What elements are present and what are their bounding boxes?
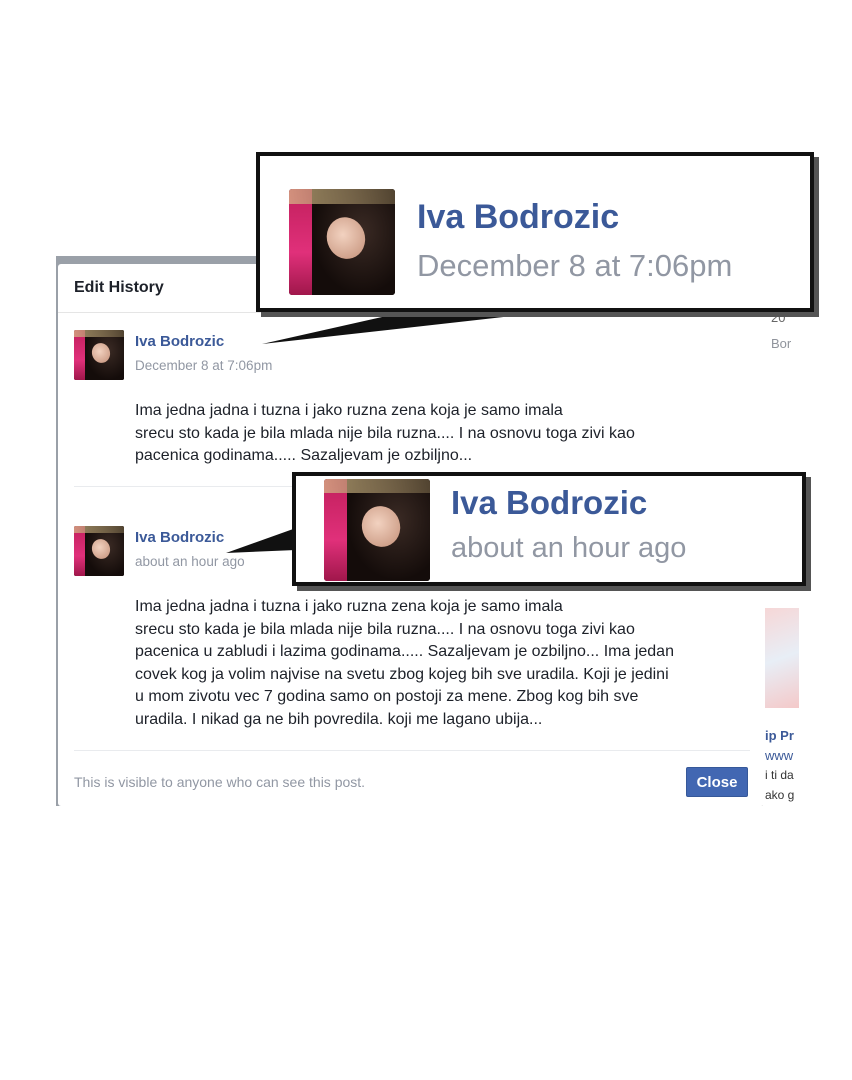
- divider: [58, 312, 764, 313]
- callout-timestamp: about an hour ago: [451, 532, 687, 564]
- post-text: Ima jedna jadna i tuzna i jako ruzna zen…: [135, 400, 755, 468]
- background-text: Bor: [771, 336, 792, 351]
- zoom-callout: Iva Bodrozic December 8 at 7:06pm: [256, 152, 814, 312]
- background-text: ako g: [765, 788, 795, 802]
- avatar[interactable]: [74, 526, 124, 576]
- zoom-callout: Iva Bodrozic about an hour ago: [292, 472, 806, 586]
- callout-timestamp: December 8 at 7:06pm: [417, 248, 733, 283]
- background-link: www: [765, 748, 794, 763]
- post-text-line: pacenica u zabludi i lazima godinama....…: [135, 643, 674, 661]
- divider: [74, 750, 750, 751]
- background-text: i ti da: [765, 768, 794, 782]
- background-text: 20: [771, 310, 786, 325]
- avatar[interactable]: [74, 330, 124, 380]
- history-entry: Iva Bodrozic December 8 at 7:06pm Ima je…: [74, 330, 750, 480]
- callout-author-name: Iva Bodrozic: [451, 484, 648, 521]
- background-link: ip Pr: [765, 728, 794, 743]
- visibility-note: This is visible to anyone who can see th…: [74, 774, 366, 790]
- post-text-line: srecu sto kada je bila mlada nije bila r…: [135, 424, 635, 442]
- post-text-line: pacenica godinama..... Sazaljevam je ozb…: [135, 447, 473, 465]
- author-name-link[interactable]: Iva Bodrozic: [135, 333, 224, 350]
- timestamp-link[interactable]: about an hour ago: [135, 554, 245, 569]
- close-button[interactable]: Close: [686, 767, 748, 797]
- post-text-line: covek kog ja volim najvise na svetu zbog…: [135, 665, 669, 683]
- post-text-line: uradila. I nikad ga ne bih povredila. ko…: [135, 710, 543, 728]
- post-text-line: Ima jedna jadna i tuzna i jako ruzna zen…: [135, 598, 563, 615]
- avatar: [324, 479, 430, 581]
- avatar: [289, 189, 395, 295]
- background-thumbnail: [765, 608, 799, 708]
- post-text: Ima jedna jadna i tuzna i jako ruzna zen…: [135, 596, 755, 732]
- dialog-title: Edit History: [74, 279, 164, 296]
- post-text-line: srecu sto kada je bila mlada nije bila r…: [135, 620, 635, 638]
- callout-author-name: Iva Bodrozic: [417, 198, 620, 236]
- post-text-line: Ima jedna jadna i tuzna i jako ruzna zen…: [135, 402, 563, 419]
- timestamp-link[interactable]: December 8 at 7:06pm: [135, 358, 272, 373]
- author-name-link[interactable]: Iva Bodrozic: [135, 529, 224, 546]
- post-text-line: u mom zivotu vec 7 godina samo on postoj…: [135, 688, 639, 706]
